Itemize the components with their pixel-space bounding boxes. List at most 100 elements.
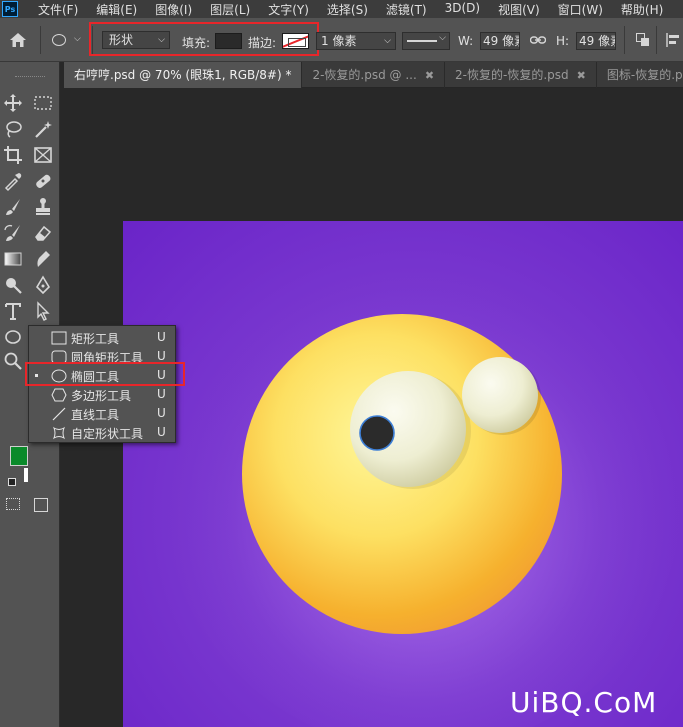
tool-preset-picker[interactable]: ⌵ — [50, 32, 88, 50]
stroke-color-swatch[interactable] — [282, 33, 309, 49]
flyout-item-shortcut: U — [157, 425, 166, 439]
lasso-tool-icon[interactable] — [2, 118, 24, 140]
menu-items: 文件(F) 编辑(E) 图像(I) 图层(L) 文字(Y) 选择(S) 滤镜(T… — [38, 1, 681, 18]
brush-tool-icon[interactable] — [2, 196, 24, 218]
path-operations-icon[interactable] — [636, 33, 650, 47]
flyout-item-rectangle[interactable]: 矩形工具 U — [29, 328, 175, 347]
custom-shape-icon — [52, 426, 66, 440]
close-icon[interactable]: ✖ — [425, 69, 434, 82]
flyout-item-shortcut: U — [157, 406, 166, 420]
link-icon[interactable] — [530, 35, 546, 45]
menu-3d[interactable]: 3D(D) — [445, 1, 480, 18]
document-tabs: 右哼哼.psd @ 70% (眼珠1, RGB/8#) * 2-恢复的.psd … — [64, 62, 683, 88]
menu-type[interactable]: 文字(Y) — [268, 1, 309, 18]
path-alignment-icon[interactable] — [666, 33, 680, 47]
tab-label: 图标-恢复的.ps — [606, 68, 683, 82]
menu-filter[interactable]: 滤镜(T) — [386, 1, 427, 18]
polygon-icon — [51, 388, 67, 402]
zoom-tool-icon[interactable] — [2, 350, 24, 372]
flyout-item-polygon[interactable]: 多边形工具 U — [29, 385, 175, 404]
stroke-width-value: 1 像素 — [321, 34, 357, 48]
chevron-down-icon: ⌵ — [74, 34, 81, 44]
emoji-artwork — [163, 231, 683, 727]
separator — [656, 26, 657, 54]
eyedropper-icon[interactable] — [2, 170, 24, 192]
width-input[interactable]: 49 像素 — [480, 32, 520, 50]
screen-mode-icon[interactable] — [34, 498, 48, 512]
frame-tool-icon[interactable] — [32, 144, 54, 166]
flyout-item-custom-shape[interactable]: 自定形状工具 U — [29, 423, 175, 442]
magic-wand-icon[interactable] — [32, 118, 54, 140]
stamp-tool-icon[interactable] — [32, 196, 54, 218]
chevron-down-icon: ⌵ — [439, 33, 446, 43]
menu-help[interactable]: 帮助(H) — [621, 1, 663, 18]
tab-document-2[interactable]: 2-恢复的.psd @ ... ✖ — [302, 62, 446, 88]
height-label: H: — [556, 34, 570, 48]
options-bar: ⌵ 形状 ⌵ 填充: 描边: 1 像素 ⌵ ⌵ W: 49 像素 H: 49 像… — [0, 18, 683, 62]
photoshop-logo: Ps — [2, 1, 18, 17]
fill-color-swatch[interactable] — [215, 33, 242, 49]
flyout-item-label: 自定形状工具 — [71, 427, 144, 441]
width-label: W: — [458, 34, 474, 48]
menu-edit[interactable]: 编辑(E) — [96, 1, 137, 18]
flyout-item-label: 矩形工具 — [71, 332, 120, 346]
type-tool-icon[interactable] — [2, 300, 24, 322]
home-icon[interactable] — [10, 33, 26, 47]
height-input[interactable]: 49 像素 — [576, 32, 616, 50]
emoji-eye-right[interactable] — [462, 357, 538, 433]
tool-mode-value: 形状 — [109, 33, 134, 47]
path-selection-icon[interactable] — [32, 300, 54, 322]
highlight-box — [25, 362, 185, 386]
quick-mask-icon[interactable] — [6, 498, 20, 510]
emoji-pupil[interactable] — [359, 415, 395, 451]
tab-label: 2-恢复的-恢复的.psd — [455, 68, 569, 82]
menu-file[interactable]: 文件(F) — [38, 1, 78, 18]
flyout-item-shortcut: U — [157, 330, 166, 344]
smudge-tool-icon[interactable] — [32, 248, 54, 270]
tool-mode-select[interactable]: 形状 ⌵ — [102, 31, 170, 49]
stroke-width-select[interactable]: 1 像素 ⌵ — [316, 32, 396, 50]
dodge-tool-icon[interactable] — [2, 274, 24, 296]
menu-bar: Ps 文件(F) 编辑(E) 图像(I) 图层(L) 文字(Y) 选择(S) 滤… — [0, 0, 683, 18]
crop-tool-icon[interactable] — [2, 144, 24, 166]
eraser-icon[interactable] — [32, 222, 54, 244]
close-icon[interactable]: ✖ — [577, 69, 586, 82]
menu-window[interactable]: 窗口(W) — [558, 1, 603, 18]
tab-document-3[interactable]: 2-恢复的-恢复的.psd ✖ — [445, 62, 597, 88]
menu-select[interactable]: 选择(S) — [327, 1, 368, 18]
flyout-item-label: 直线工具 — [71, 408, 120, 422]
tab-label: 右哼哼.psd @ 70% (眼珠1, RGB/8#) * — [74, 68, 292, 82]
stroke-label: 描边: — [248, 36, 277, 50]
menu-image[interactable]: 图像(I) — [155, 1, 192, 18]
watermark: UiBQ.CoM — [510, 686, 658, 719]
chevron-down-icon: ⌵ — [158, 35, 165, 45]
default-colors-icon[interactable] — [8, 478, 16, 486]
line-style-icon — [407, 40, 437, 42]
background-color-swatch[interactable] — [24, 468, 28, 482]
rectangle-icon — [51, 331, 67, 345]
move-tool-icon[interactable] — [2, 92, 24, 114]
pen-tool-icon[interactable] — [32, 274, 54, 296]
foreground-color-swatch[interactable] — [10, 446, 28, 466]
healing-brush-icon[interactable] — [32, 170, 54, 192]
stroke-type-select[interactable]: ⌵ — [402, 32, 450, 50]
ellipse-icon — [52, 34, 66, 46]
canvas-artboard[interactable] — [123, 221, 683, 727]
menu-view[interactable]: 视图(V) — [498, 1, 540, 18]
gradient-tool-icon[interactable] — [2, 248, 24, 270]
menu-layer[interactable]: 图层(L) — [210, 1, 250, 18]
tab-document-4[interactable]: 图标-恢复的.ps — [597, 62, 683, 88]
flyout-item-shortcut: U — [157, 349, 166, 363]
fill-label: 填充: — [182, 36, 211, 50]
separator — [624, 26, 625, 54]
marquee-tool-icon[interactable] — [32, 92, 54, 114]
flyout-item-line[interactable]: 直线工具 U — [29, 404, 175, 423]
panel-grip[interactable] — [15, 76, 45, 78]
tab-document-1[interactable]: 右哼哼.psd @ 70% (眼珠1, RGB/8#) * — [64, 62, 303, 88]
tab-label: 2-恢复的.psd @ ... — [312, 68, 417, 82]
separator — [40, 26, 41, 54]
history-brush-icon[interactable] — [2, 222, 24, 244]
ellipse-tool-icon[interactable] — [2, 326, 24, 348]
chevron-down-icon: ⌵ — [384, 36, 391, 46]
flyout-item-label: 多边形工具 — [71, 389, 132, 403]
